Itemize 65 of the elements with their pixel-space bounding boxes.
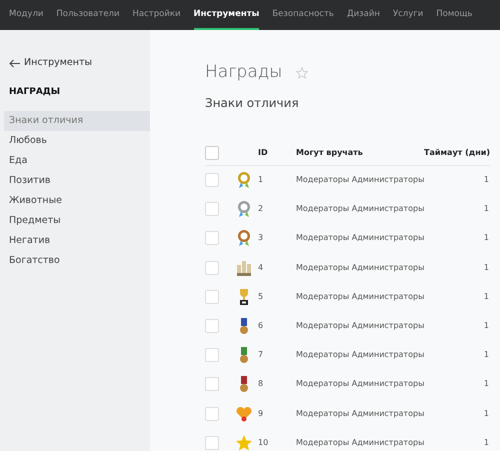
- table-cell: 1: [484, 203, 490, 216]
- row-checkbox[interactable]: [205, 290, 219, 304]
- table-cell: 1: [484, 232, 490, 244]
- nav-tab[interactable]: Модули: [9, 0, 44, 30]
- sidebar-item[interactable]: Еда: [4, 150, 150, 171]
- table-cell: Модераторы Администраторы: [296, 262, 424, 274]
- sidebar-item[interactable]: Негатив: [4, 230, 150, 251]
- table-cell-text: 5: [258, 290, 264, 303]
- row-checkbox[interactable]: [205, 202, 219, 216]
- table-cell-text: 7: [258, 349, 264, 362]
- table-cell: Модераторы Администраторы: [296, 349, 424, 362]
- nav-tab[interactable]: Дизайн: [346, 0, 380, 30]
- table-cell: 1: [484, 174, 490, 186]
- table-cell: 1: [484, 290, 490, 303]
- column-header: Могут вручать: [296, 147, 363, 159]
- table-cell: Модераторы Администраторы: [296, 378, 424, 390]
- table-cell: 1: [484, 349, 490, 362]
- nav-tab[interactable]: Услуги: [392, 0, 424, 30]
- table-cell: Модераторы Администраторы: [296, 436, 424, 449]
- favorite-star-icon[interactable]: [296, 66, 308, 79]
- back-arrow-icon: [9, 58, 21, 68]
- table-cell-text: 2: [258, 203, 264, 216]
- table-cell: 1: [484, 378, 490, 390]
- row-checkbox[interactable]: [205, 231, 219, 246]
- table-cell: Модераторы Администраторы: [296, 203, 424, 216]
- row-checkbox[interactable]: [205, 319, 219, 334]
- sidebar-item[interactable]: Животные: [4, 190, 150, 211]
- nav-tab[interactable]: Инструменты: [194, 0, 260, 30]
- table-cell-text: 6: [258, 320, 264, 332]
- sidebar-item[interactable]: Богатство: [4, 250, 150, 271]
- table-cell: 1: [484, 408, 490, 420]
- table-cell-text: 4: [258, 262, 264, 274]
- table-cell: Модераторы Администраторы: [296, 290, 424, 303]
- nav-tab[interactable]: Настройки: [132, 0, 181, 30]
- table-cell-text: 3: [258, 232, 264, 244]
- page-subtitle: Знаки отличия: [205, 94, 300, 112]
- table-cell-text: 8: [258, 378, 264, 390]
- select-all-checkbox[interactable]: [205, 146, 219, 160]
- table-cell-text: 10: [258, 436, 270, 449]
- column-header: Таймаут (дни): [424, 147, 490, 159]
- sidebar-item[interactable]: Предметы: [4, 210, 150, 231]
- table-cell: 1: [484, 262, 490, 274]
- nav-tab[interactable]: Помощь: [436, 0, 472, 30]
- page-title: Награды: [205, 61, 282, 84]
- sidebar-heading: НАГРАДЫ: [8, 86, 62, 100]
- sidebar-item[interactable]: Позитив: [4, 170, 150, 191]
- back-link[interactable]: Инструменты: [0, 56, 150, 70]
- row-checkbox[interactable]: [205, 173, 219, 188]
- table-cell: 1: [484, 320, 490, 332]
- table-cell: Модераторы Администраторы: [296, 408, 424, 420]
- table-cell-text: 9: [258, 408, 264, 420]
- column-header: ID: [258, 147, 269, 159]
- sidebar-item[interactable]: Любовь: [4, 130, 150, 151]
- table-cell-text: 1: [258, 174, 264, 186]
- table-cell: Модераторы Администраторы: [296, 232, 424, 244]
- row-checkbox[interactable]: [205, 348, 219, 362]
- row-checkbox[interactable]: [205, 436, 219, 450]
- table-cell: Модераторы Администраторы: [296, 174, 424, 186]
- row-checkbox[interactable]: [205, 406, 219, 421]
- table-cell: 1: [484, 436, 490, 449]
- row-checkbox[interactable]: [205, 260, 219, 275]
- nav-tab[interactable]: Безопасность: [272, 0, 334, 30]
- nav-tab[interactable]: Пользователи: [56, 0, 120, 30]
- table-cell: Модераторы Администраторы: [296, 320, 424, 332]
- row-checkbox[interactable]: [205, 377, 219, 392]
